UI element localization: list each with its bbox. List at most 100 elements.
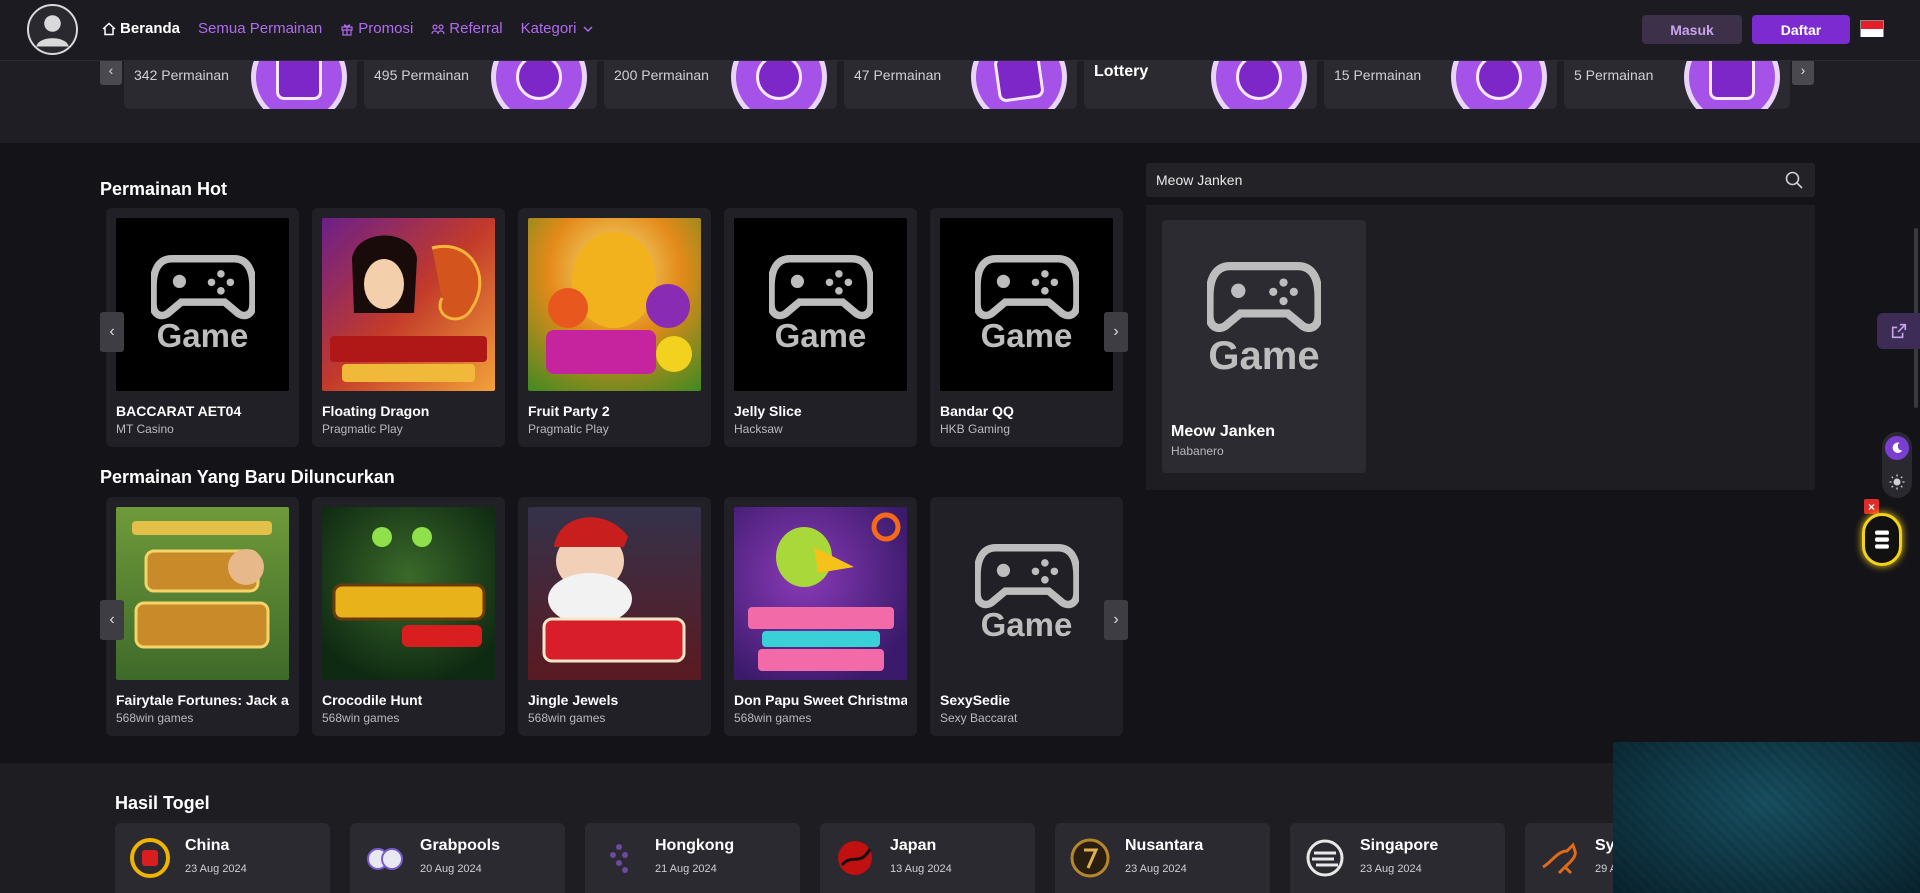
togel-date: 23 Aug 2024	[1360, 863, 1422, 875]
togel-title: Hasil Togel	[115, 793, 210, 813]
category-label: Lottery	[1094, 63, 1149, 80]
category-count: 200 Permainan	[614, 67, 709, 83]
grabpools-logo-icon	[364, 837, 406, 879]
game-name: SexySedie	[940, 692, 1011, 708]
togel-card[interactable]: Grabpools 20 Aug 2024	[350, 823, 565, 893]
game-provider: Sexy Baccarat	[940, 711, 1018, 725]
nav-referral[interactable]: Referral	[431, 20, 503, 37]
game-thumbnail	[528, 507, 701, 680]
theme-toggle[interactable]	[1882, 432, 1912, 498]
new-next-button[interactable]: ›	[1104, 600, 1128, 640]
gamepad-icon	[1207, 261, 1321, 332]
game-provider: Pragmatic Play	[322, 422, 403, 436]
avatar[interactable]	[27, 4, 78, 55]
game-thumbnail: Game	[734, 218, 907, 391]
placeholder-label: Game	[980, 316, 1073, 354]
new-prev-button[interactable]: ‹	[100, 600, 124, 640]
game-card[interactable]: Game Bandar QQ HKB Gaming	[930, 208, 1123, 447]
togel-name: China	[185, 837, 230, 854]
category-count: 15 Permainan	[1334, 67, 1422, 83]
login-button[interactable]: Masuk	[1642, 15, 1742, 44]
togel-card[interactable]: Japan 13 Aug 2024	[820, 823, 1035, 893]
search-result-card[interactable]: Game Meow Janken Habanero	[1162, 220, 1366, 473]
page: Beranda Semua Permainan Promosi Referral…	[0, 0, 1920, 893]
moon-icon[interactable]	[1885, 436, 1909, 460]
togel-card[interactable]: Hongkong 21 Aug 2024	[585, 823, 800, 893]
game-card[interactable]: Jingle Jewels 568win games	[518, 497, 711, 736]
game-card[interactable]: Game BACCARAT AET04 MT Casino	[106, 208, 299, 447]
search-input[interactable]	[1156, 163, 1756, 197]
game-card[interactable]: Crocodile Hunt 568win games	[312, 497, 505, 736]
game-name: BACCARAT AET04	[116, 403, 242, 419]
game-thumbnail: Game	[1162, 220, 1366, 420]
game-provider: MT Casino	[116, 422, 174, 436]
register-button[interactable]: Daftar	[1752, 15, 1850, 44]
game-provider: 568win games	[734, 711, 812, 725]
hot-prev-button[interactable]: ‹	[100, 312, 124, 352]
game-name: Fruit Party 2	[528, 403, 610, 419]
game-name: Crocodile Hunt	[322, 692, 423, 708]
nav-promosi[interactable]: Promosi	[340, 20, 413, 37]
search-results: Game Meow Janken Habanero	[1146, 205, 1815, 490]
gamepad-icon	[768, 254, 873, 319]
game-thumbnail: Game	[116, 218, 289, 391]
placeholder-label: Game	[980, 605, 1073, 643]
game-provider: 568win games	[528, 711, 606, 725]
external-link-icon	[1891, 323, 1906, 339]
don-papu-art	[748, 512, 901, 671]
placeholder-label: Game	[1208, 333, 1320, 378]
external-link-button[interactable]	[1877, 313, 1920, 349]
togel-date: 23 Aug 2024	[1125, 863, 1187, 875]
video-overlay[interactable]	[1613, 742, 1920, 893]
togel-card[interactable]: China 23 Aug 2024	[115, 823, 330, 893]
togel-card[interactable]: Nusantara 23 Aug 2024	[1055, 823, 1270, 893]
game-provider: Pragmatic Play	[528, 422, 609, 436]
togel-name: Grabpools	[420, 837, 501, 854]
sun-icon[interactable]	[1885, 470, 1909, 494]
nav-semua-permainan[interactable]: Semua Permainan	[198, 20, 322, 37]
togel-date: 20 Aug 2024	[420, 863, 482, 875]
game-name: Jingle Jewels	[528, 692, 619, 708]
singapore-logo-icon	[1304, 837, 1346, 879]
game-card[interactable]: Fairytale Fortunes: Jack and the Giants …	[106, 497, 299, 736]
game-name: Don Papu Sweet Christmas	[734, 692, 907, 708]
game-card[interactable]: Fruit Party 2 Pragmatic Play	[518, 208, 711, 447]
game-name: Fairytale Fortunes: Jack and the Giants	[116, 692, 289, 708]
home-icon	[102, 21, 116, 35]
gamepad-icon	[974, 254, 1079, 319]
placeholder-label: Game	[156, 316, 249, 354]
result-name: Meow Janken	[1171, 423, 1276, 440]
menu-icon	[1875, 529, 1889, 549]
close-icon[interactable]: ×	[1864, 499, 1879, 514]
togel-name: Nusantara	[1125, 837, 1204, 854]
nav-links: Beranda Semua Permainan Promosi Referral…	[102, 20, 595, 37]
gamepad-icon	[974, 543, 1079, 608]
game-thumbnail	[322, 218, 495, 391]
game-card[interactable]: Game SexySedie Sexy Baccarat	[930, 497, 1123, 736]
indonesia-flag-icon[interactable]	[1860, 20, 1884, 37]
togel-date: 13 Aug 2024	[890, 863, 952, 875]
nav-label-beranda: Beranda	[120, 20, 181, 37]
togel-date: 21 Aug 2024	[655, 863, 717, 875]
hot-next-button[interactable]: ›	[1104, 312, 1128, 352]
user-icon	[36, 15, 69, 47]
nav-label-referral: Referral	[449, 20, 503, 37]
togel-card[interactable]: Singapore 23 Aug 2024	[1290, 823, 1505, 893]
game-provider: HKB Gaming	[940, 422, 1011, 436]
game-provider: 568win games	[116, 711, 194, 725]
game-card[interactable]: Game Jelly Slice Hacksaw	[724, 208, 917, 447]
togel-date: 23 Aug 2024	[185, 863, 247, 875]
floating-menu-button[interactable]	[1862, 513, 1902, 566]
nav-kategori[interactable]: Kategori	[521, 20, 595, 37]
game-card[interactable]: Floating Dragon Pragmatic Play	[312, 208, 505, 447]
top-navbar: Beranda Semua Permainan Promosi Referral…	[0, 0, 1920, 61]
search-icon[interactable]	[1785, 171, 1803, 189]
game-card[interactable]: Don Papu Sweet Christmas 568win games	[724, 497, 917, 736]
category-count: 5 Permainan	[1574, 67, 1654, 83]
jack-giants-art	[132, 521, 272, 649]
gift-icon	[341, 23, 353, 36]
sydney-kangaroo-icon	[1539, 837, 1581, 879]
china-logo-icon	[129, 837, 171, 879]
category-count: 495 Permainan	[374, 67, 469, 83]
nav-beranda[interactable]: Beranda	[102, 20, 180, 37]
